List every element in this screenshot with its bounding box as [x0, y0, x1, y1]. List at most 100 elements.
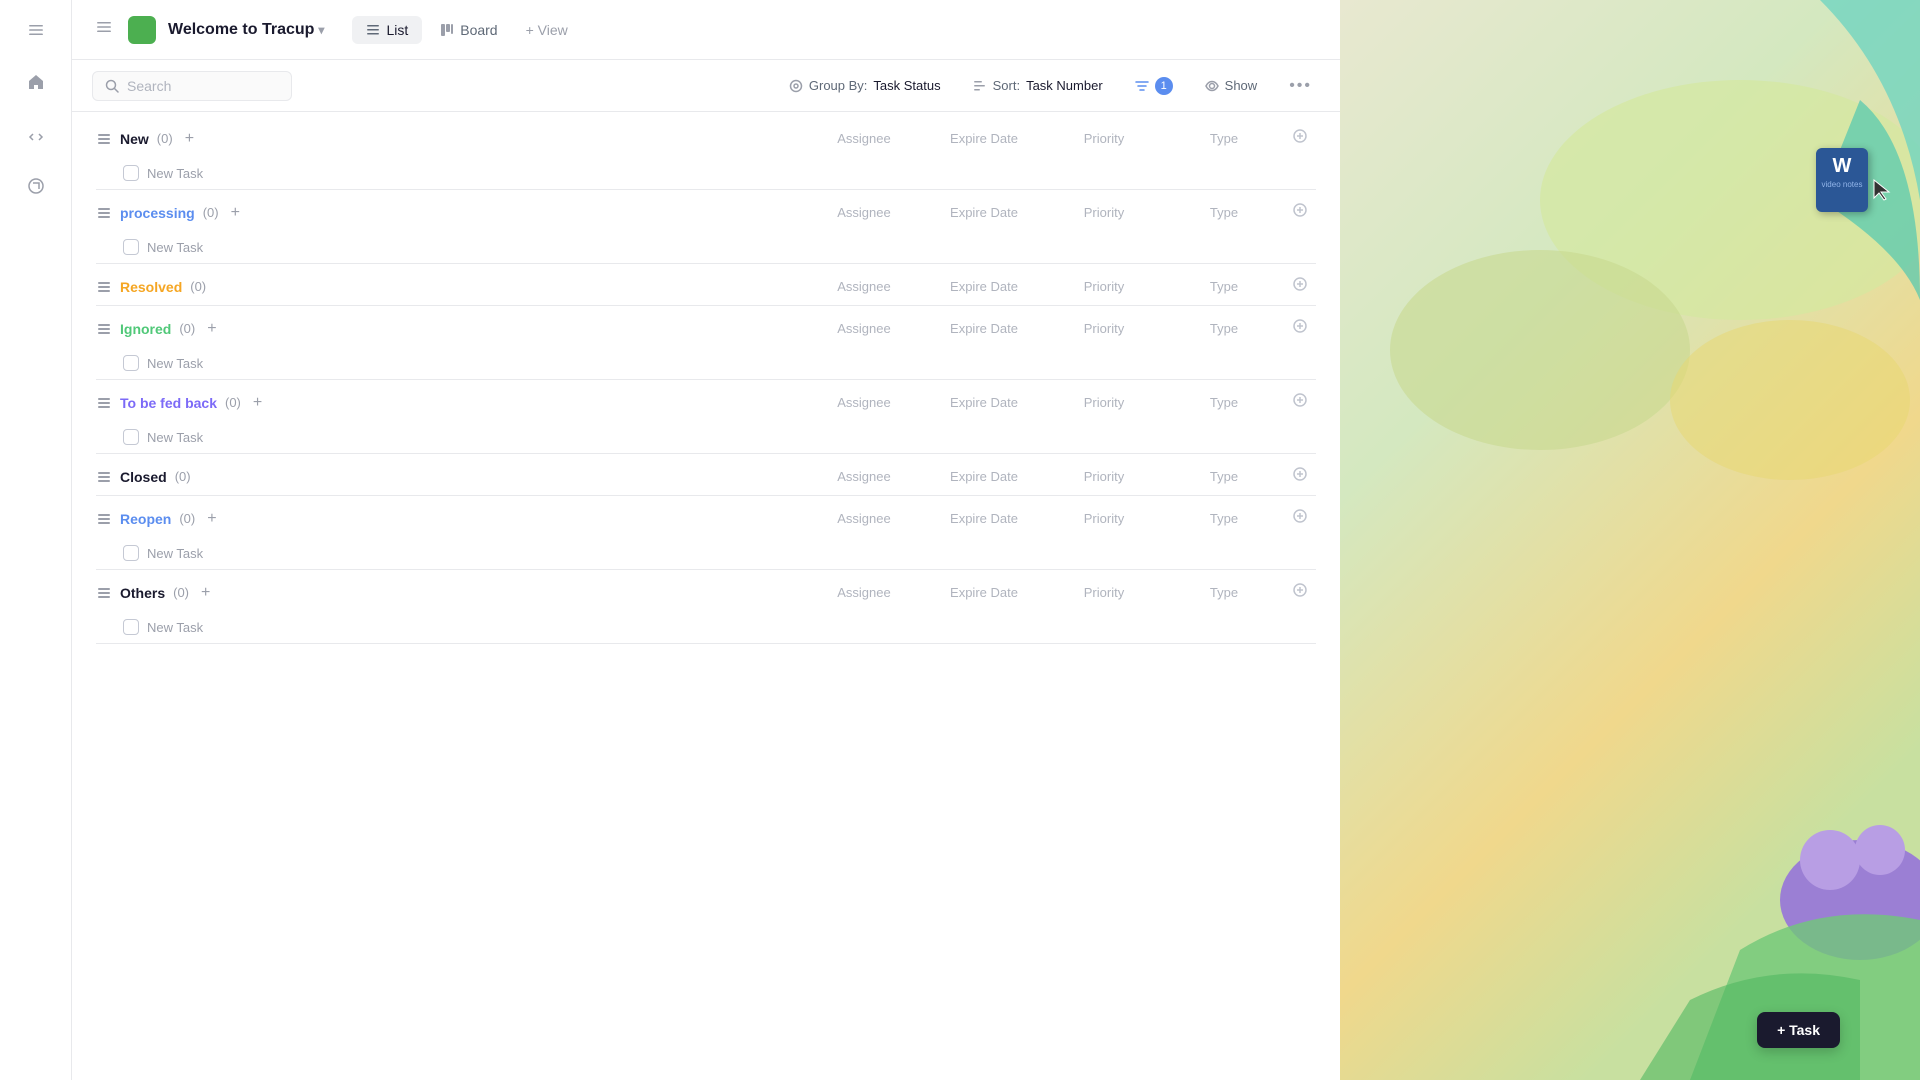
filter-count-badge: 1 — [1155, 77, 1173, 95]
section-title-new: New — [120, 131, 149, 147]
tab-list[interactable]: List — [352, 16, 422, 44]
col-assignee-new: Assignee — [804, 131, 924, 146]
section-count-to-be-fed-back: (0) — [225, 395, 241, 410]
section-collapse-to-be-fed-back[interactable] — [96, 397, 112, 409]
section-collapse-processing[interactable] — [96, 207, 112, 219]
col-type-new: Type — [1164, 131, 1284, 146]
group-by-button[interactable]: Group By: Task Status — [781, 74, 949, 97]
col-add-others[interactable] — [1284, 582, 1316, 603]
more-options-button[interactable]: ••• — [1281, 73, 1320, 99]
section-add-to-be-fed-back[interactable]: + — [253, 394, 262, 412]
col-expire_date-processing: Expire Date — [924, 205, 1044, 220]
task-name: New Task — [147, 620, 1316, 635]
task-row[interactable]: New Task — [112, 347, 1324, 379]
task-name: New Task — [147, 356, 1316, 371]
task-name: New Task — [147, 546, 1316, 561]
col-assignee-others: Assignee — [804, 585, 924, 600]
add-view-label: + View — [526, 22, 568, 38]
section-header-new[interactable]: New (0)+AssigneeExpire DatePriorityType — [88, 120, 1324, 157]
section-count-processing: (0) — [203, 205, 219, 220]
section-header-resolved[interactable]: Resolved (0)AssigneeExpire DatePriorityT… — [88, 268, 1324, 305]
workspace-title[interactable]: Welcome to Tracup ▾ — [168, 21, 324, 39]
section-add-reopen[interactable]: + — [207, 510, 216, 528]
section-header-ignored[interactable]: Ignored (0) + AssigneeExpire DatePriorityT… — [88, 310, 1324, 347]
task-checkbox[interactable] — [123, 545, 139, 561]
col-priority-to-be-fed-back: Priority — [1044, 395, 1164, 410]
task-row[interactable]: New Task — [112, 157, 1324, 189]
search-input[interactable]: Search — [92, 71, 292, 101]
collapse-sidebar-btn[interactable] — [18, 12, 54, 48]
task-checkbox[interactable] — [123, 619, 139, 635]
section-others: Others (0)+AssigneeExpire DatePriorityTy… — [88, 574, 1324, 644]
col-type-to-be-fed-back: Type — [1164, 395, 1284, 410]
add-task-fab[interactable]: + Task — [1757, 1012, 1840, 1048]
col-type-resolved: Type — [1164, 279, 1284, 294]
task-row[interactable]: New Task — [112, 421, 1324, 453]
section-title-others: Others — [120, 585, 165, 601]
section-add-processing[interactable]: + — [231, 204, 240, 222]
filter-button[interactable]: 1 — [1127, 73, 1181, 99]
section-header-to-be-fed-back[interactable]: To be fed back (0)+AssigneeExpire DatePr… — [88, 384, 1324, 421]
task-rows-processing: New Task — [88, 231, 1324, 263]
section-header-closed[interactable]: Closed (0)AssigneeExpire DatePriorityTyp… — [88, 458, 1324, 495]
section-count-new: (0) — [157, 131, 173, 146]
section-count-ignored: (0) — [179, 321, 195, 336]
section-columns-reopen: AssigneeExpire DatePriorityType — [804, 508, 1316, 529]
collapse-button[interactable] — [92, 15, 116, 44]
col-add-processing[interactable] — [1284, 202, 1316, 223]
section-collapse-ignored[interactable] — [96, 323, 112, 335]
section-columns-ignored: AssigneeExpire DatePriorityType — [804, 318, 1316, 339]
col-assignee-to-be-fed-back: Assignee — [804, 395, 924, 410]
section-columns-resolved: AssigneeExpire DatePriorityType — [804, 276, 1316, 297]
col-type-others: Type — [1164, 585, 1284, 600]
home-icon[interactable] — [18, 64, 54, 100]
col-add-ignored[interactable] — [1284, 318, 1316, 339]
task-row[interactable]: New Task — [112, 537, 1324, 569]
expand-icon[interactable] — [18, 116, 54, 152]
section-reopen: Reopen (0)+AssigneeExpire DatePriorityTy… — [88, 500, 1324, 570]
section-collapse-others[interactable] — [96, 587, 112, 599]
section-collapse-new[interactable] — [96, 133, 112, 145]
section-add-new[interactable]: + — [185, 130, 194, 148]
col-add-resolved[interactable] — [1284, 276, 1316, 297]
toolbar-right: Group By: Task Status Sort: Task Number … — [781, 73, 1320, 99]
show-button[interactable]: Show — [1197, 74, 1266, 97]
section-add-others[interactable]: + — [201, 584, 210, 602]
task-row[interactable]: New Task — [112, 611, 1324, 643]
task-rows-others: New Task — [88, 611, 1324, 643]
col-expire_date-closed: Expire Date — [924, 469, 1044, 484]
col-add-new[interactable] — [1284, 128, 1316, 149]
col-expire_date-to-be-fed-back: Expire Date — [924, 395, 1044, 410]
add-view-button[interactable]: + View — [516, 16, 578, 44]
col-priority-others: Priority — [1044, 585, 1164, 600]
section-title-ignored: Ignored — [120, 321, 171, 337]
section-header-reopen[interactable]: Reopen (0)+AssigneeExpire DatePriorityTy… — [88, 500, 1324, 537]
section-collapse-closed[interactable] — [96, 471, 112, 483]
task-checkbox[interactable] — [123, 429, 139, 445]
col-expire_date-new: Expire Date — [924, 131, 1044, 146]
col-add-closed[interactable] — [1284, 466, 1316, 487]
task-row[interactable]: New Task — [112, 231, 1324, 263]
section-resolved: Resolved (0)AssigneeExpire DatePriorityT… — [88, 268, 1324, 306]
col-assignee-processing: Assignee — [804, 205, 924, 220]
task-checkbox[interactable] — [123, 239, 139, 255]
task-checkbox[interactable] — [123, 165, 139, 181]
task-checkbox[interactable] — [123, 355, 139, 371]
word-icon[interactable]: W video notes — [1816, 148, 1868, 212]
col-priority-closed: Priority — [1044, 469, 1164, 484]
sort-button[interactable]: Sort: Task Number — [965, 74, 1111, 97]
section-collapse-resolved[interactable] — [96, 281, 112, 293]
col-add-to-be-fed-back[interactable] — [1284, 392, 1316, 413]
col-expire_date-others: Expire Date — [924, 585, 1044, 600]
section-columns-to-be-fed-back: AssigneeExpire DatePriorityType — [804, 392, 1316, 413]
refresh-icon[interactable] — [18, 168, 54, 204]
workspace-dropdown-icon[interactable]: ▾ — [318, 23, 324, 37]
section-header-processing[interactable]: processing (0)+AssigneeExpire DatePriori… — [88, 194, 1324, 231]
col-add-reopen[interactable] — [1284, 508, 1316, 529]
task-rows-reopen: New Task — [88, 537, 1324, 569]
tab-board[interactable]: Board — [426, 16, 511, 44]
section-header-others[interactable]: Others (0)+AssigneeExpire DatePriorityTy… — [88, 574, 1324, 611]
col-expire_date-reopen: Expire Date — [924, 511, 1044, 526]
section-add-ignored[interactable]: + — [207, 320, 216, 338]
section-collapse-reopen[interactable] — [96, 513, 112, 525]
